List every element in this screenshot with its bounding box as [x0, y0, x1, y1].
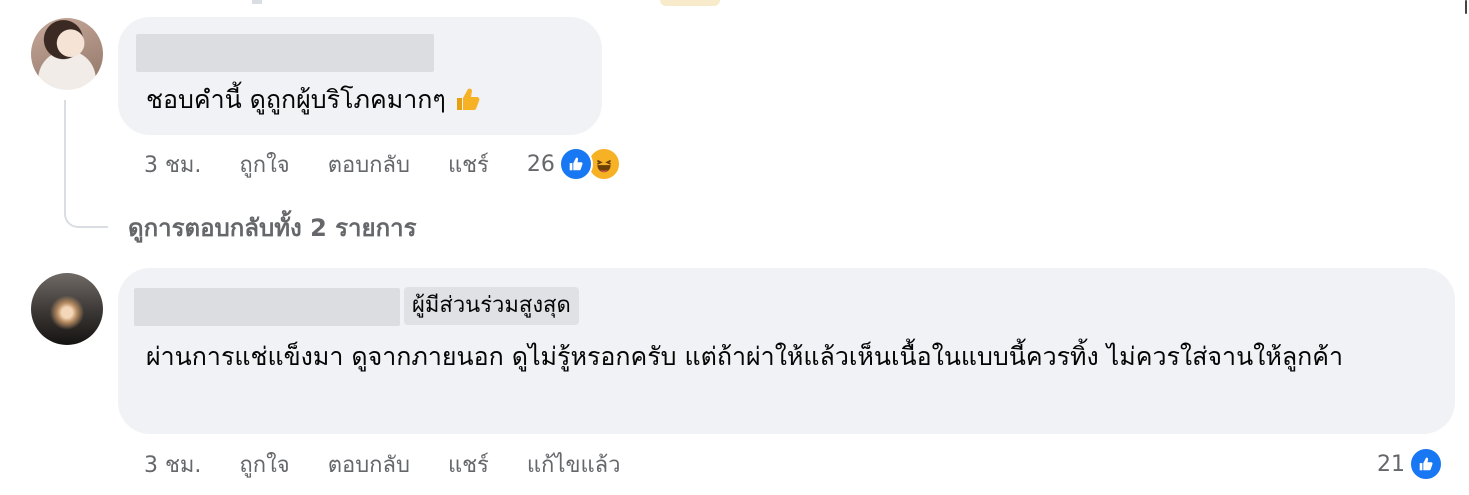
previous-content-fragment: [252, 0, 262, 4]
reply-button[interactable]: ตอบกลับ: [328, 147, 410, 182]
comment-timestamp[interactable]: 3 ชม.: [144, 147, 201, 182]
reaction-summary[interactable]: 21: [1377, 446, 1443, 482]
comment-text: ผ่านการแช่แข็งมา ดูจากภายนอก ดูไม่รู้หรอ…: [146, 342, 1344, 371]
view-replies-link[interactable]: ดูการตอบกลับทั้ง 2 รายการ: [128, 208, 416, 247]
share-button[interactable]: แชร์: [448, 447, 489, 482]
like-icon: [1409, 447, 1443, 481]
like-button[interactable]: ถูกใจ: [239, 147, 289, 182]
edited-label[interactable]: แก้ไขแล้ว: [527, 447, 621, 482]
comment-actions: 3 ชม. ถูกใจ ตอบกลับ แชร์ แก้ไขแล้ว: [144, 446, 659, 482]
top-contributor-badge: ผู้มีส่วนร่วมสูงสุด: [404, 287, 579, 325]
comment-timestamp[interactable]: 3 ชม.: [144, 447, 201, 482]
author-name-redacted: [136, 34, 434, 72]
scrollbar[interactable]: [1465, 0, 1467, 14]
reply-thread-line: [64, 100, 108, 228]
thumbs-up-emoji-icon: [454, 84, 480, 110]
author-name-redacted: [134, 288, 400, 326]
comment-text: ชอบคำนี้ ดูถูกผู้บริโภคมากๆ: [146, 80, 586, 120]
avatar[interactable]: [31, 273, 103, 345]
reaction-count: 21: [1377, 451, 1405, 477]
like-button[interactable]: ถูกใจ: [239, 447, 289, 482]
like-icon: [558, 147, 593, 181]
comment-actions: 3 ชม. ถูกใจ ตอบกลับ แชร์ 26: [144, 146, 621, 182]
previous-reaction-fragment: [660, 0, 720, 6]
reaction-count: 26: [526, 151, 555, 177]
avatar[interactable]: [31, 18, 103, 90]
share-button[interactable]: แชร์: [448, 147, 489, 182]
reaction-summary[interactable]: 26: [527, 147, 621, 181]
reply-button[interactable]: ตอบกลับ: [328, 447, 410, 482]
